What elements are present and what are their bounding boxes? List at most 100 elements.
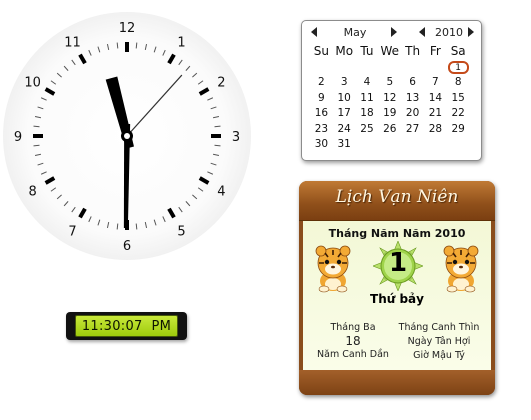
lunar-day: 18 xyxy=(345,334,361,348)
clock-number: 12 xyxy=(119,21,136,36)
calendar-empty-cell xyxy=(333,60,356,76)
clock-number: 4 xyxy=(217,185,225,200)
calendar-day[interactable]: 14 xyxy=(424,91,447,107)
calendar-day[interactable]: 20 xyxy=(401,106,424,122)
calendar-grid: Su Mo Tu We Th Fr Sa 1 2 3 4 5 6 7 8 9 10 11 12 13 14 15 16 17 1… xyxy=(310,44,478,153)
clock-number: 5 xyxy=(177,224,185,239)
digital-clock: 11:30:07 PM xyxy=(66,312,187,340)
clock-minute-tick xyxy=(33,144,40,147)
calendar-day[interactable]: 25 xyxy=(356,122,379,138)
calendar-month[interactable]: May xyxy=(328,26,382,39)
day-badge: 1 xyxy=(372,240,424,292)
clock-minute-tick xyxy=(214,125,221,128)
calendar-empty-cell xyxy=(424,60,447,76)
calendar-day[interactable]: 17 xyxy=(333,106,356,122)
clock-number: 3 xyxy=(232,130,240,145)
calendar-day[interactable]: 22 xyxy=(447,106,470,122)
calendar-header: May 2010 xyxy=(302,21,481,43)
month-calendar: May 2010 Su Mo Tu We Th Fr Sa 1 2 3 4 5 6 7 8 9 10 11 12 13… xyxy=(301,20,482,161)
weekday-label: Sa xyxy=(450,44,466,58)
calendar-empty-cell xyxy=(424,137,447,153)
solar-month-year: Tháng Năm Năm 2010 xyxy=(328,227,466,240)
clock-number: 7 xyxy=(68,224,76,239)
clock-number: 6 xyxy=(123,239,131,254)
lunar-month-canchi: Tháng Canh Thìn xyxy=(398,322,480,333)
calendar-week-row: 1 xyxy=(310,60,478,76)
calendar-day[interactable]: 21 xyxy=(424,106,447,122)
calendar-day[interactable]: 4 xyxy=(356,75,379,91)
clock-number: 9 xyxy=(14,130,22,145)
lunar-footer xyxy=(299,370,495,395)
calendar-day[interactable]: 23 xyxy=(310,122,333,138)
lunar-hour-canchi: Giờ Mậu Tý xyxy=(413,350,465,361)
clock-minute-tick xyxy=(116,42,119,49)
clock-minute-tick xyxy=(135,42,138,49)
analog-clock: 121234567891011 xyxy=(3,12,251,260)
digital-clock-time: 11:30:07 PM xyxy=(75,315,178,337)
calendar-day[interactable]: 30 xyxy=(310,137,333,153)
calendar-empty-cell xyxy=(401,137,424,153)
lunar-day-canchi: Ngày Tân Hợi xyxy=(407,336,471,347)
weekday-label: We xyxy=(380,44,400,58)
calendar-week-row: 9 10 11 12 13 14 15 xyxy=(310,91,478,107)
lunar-year-canchi: Năm Canh Dần xyxy=(317,349,389,360)
calendar-day[interactable]: 11 xyxy=(356,91,379,107)
tiger-right-icon xyxy=(443,245,479,293)
calendar-day[interactable]: 2 xyxy=(310,75,333,91)
calendar-day[interactable]: 29 xyxy=(447,122,470,138)
calendar-day[interactable]: 15 xyxy=(447,91,470,107)
calendar-week-row: 23 24 25 26 27 28 29 xyxy=(310,122,478,138)
lunar-month: Tháng Ba xyxy=(330,322,376,333)
clock-number: 10 xyxy=(24,76,41,91)
calendar-day[interactable]: 3 xyxy=(333,75,356,91)
calendar-day[interactable]: 9 xyxy=(310,91,333,107)
calendar-day[interactable]: 8 xyxy=(447,75,470,91)
next-month-arrow-icon[interactable] xyxy=(391,27,397,37)
calendar-year[interactable]: 2010 xyxy=(432,26,466,39)
calendar-day[interactable]: 18 xyxy=(356,106,379,122)
lunar-title: Lịch Vạn Niên xyxy=(335,187,459,207)
calendar-day[interactable]: 26 xyxy=(378,122,401,138)
clock-center-dot xyxy=(124,133,130,139)
calendar-day[interactable]: 28 xyxy=(424,122,447,138)
clock-number: 1 xyxy=(177,36,185,51)
tiger-left-icon xyxy=(315,245,351,293)
calendar-day[interactable]: 1 xyxy=(447,60,470,76)
calendar-day[interactable]: 6 xyxy=(401,75,424,91)
clock-minute-tick xyxy=(135,223,138,230)
calendar-empty-cell xyxy=(356,137,379,153)
calendar-day[interactable]: 5 xyxy=(378,75,401,91)
calendar-empty-cell xyxy=(378,137,401,153)
calendar-day[interactable]: 19 xyxy=(378,106,401,122)
calendar-day[interactable]: 31 xyxy=(333,137,356,153)
solar-day-number: 1 xyxy=(388,248,408,278)
calendar-day[interactable]: 13 xyxy=(401,91,424,107)
calendar-week-row: 30 31 xyxy=(310,137,478,153)
weekday-label: Mo xyxy=(335,44,354,58)
weekday-header-row: Su Mo Tu We Th Fr Sa xyxy=(310,44,478,60)
today-marker: 1 xyxy=(447,60,469,74)
prev-year-arrow-icon[interactable] xyxy=(419,27,425,37)
calendar-empty-cell xyxy=(310,60,333,76)
calendar-week-row: 2345678 xyxy=(310,75,478,91)
calendar-day[interactable]: 10 xyxy=(333,91,356,107)
solar-weekday: Thứ bảy xyxy=(370,292,424,306)
weekday-label: Su xyxy=(313,44,330,58)
calendar-empty-cell xyxy=(401,60,424,76)
calendar-day[interactable]: 7 xyxy=(424,75,447,91)
clock-minute-tick xyxy=(214,144,221,147)
calendar-day[interactable]: 16 xyxy=(310,106,333,122)
clock-number: 8 xyxy=(28,185,36,200)
lunar-body: Tháng Năm Năm 2010 1 Thứ bảy Tháng Ba 18… xyxy=(303,221,491,370)
calendar-day[interactable]: 24 xyxy=(333,122,356,138)
lunar-header: Lịch Vạn Niên xyxy=(299,181,495,221)
weekday-label: Th xyxy=(405,44,421,58)
next-year-arrow-icon[interactable] xyxy=(468,27,474,37)
clock-number: 11 xyxy=(64,36,81,51)
calendar-day[interactable]: 27 xyxy=(401,122,424,138)
calendar-day[interactable]: 12 xyxy=(378,91,401,107)
prev-month-arrow-icon[interactable] xyxy=(311,27,317,37)
calendar-empty-cell xyxy=(356,60,379,76)
calendar-empty-cell xyxy=(378,60,401,76)
clock-minute-tick xyxy=(116,223,119,230)
